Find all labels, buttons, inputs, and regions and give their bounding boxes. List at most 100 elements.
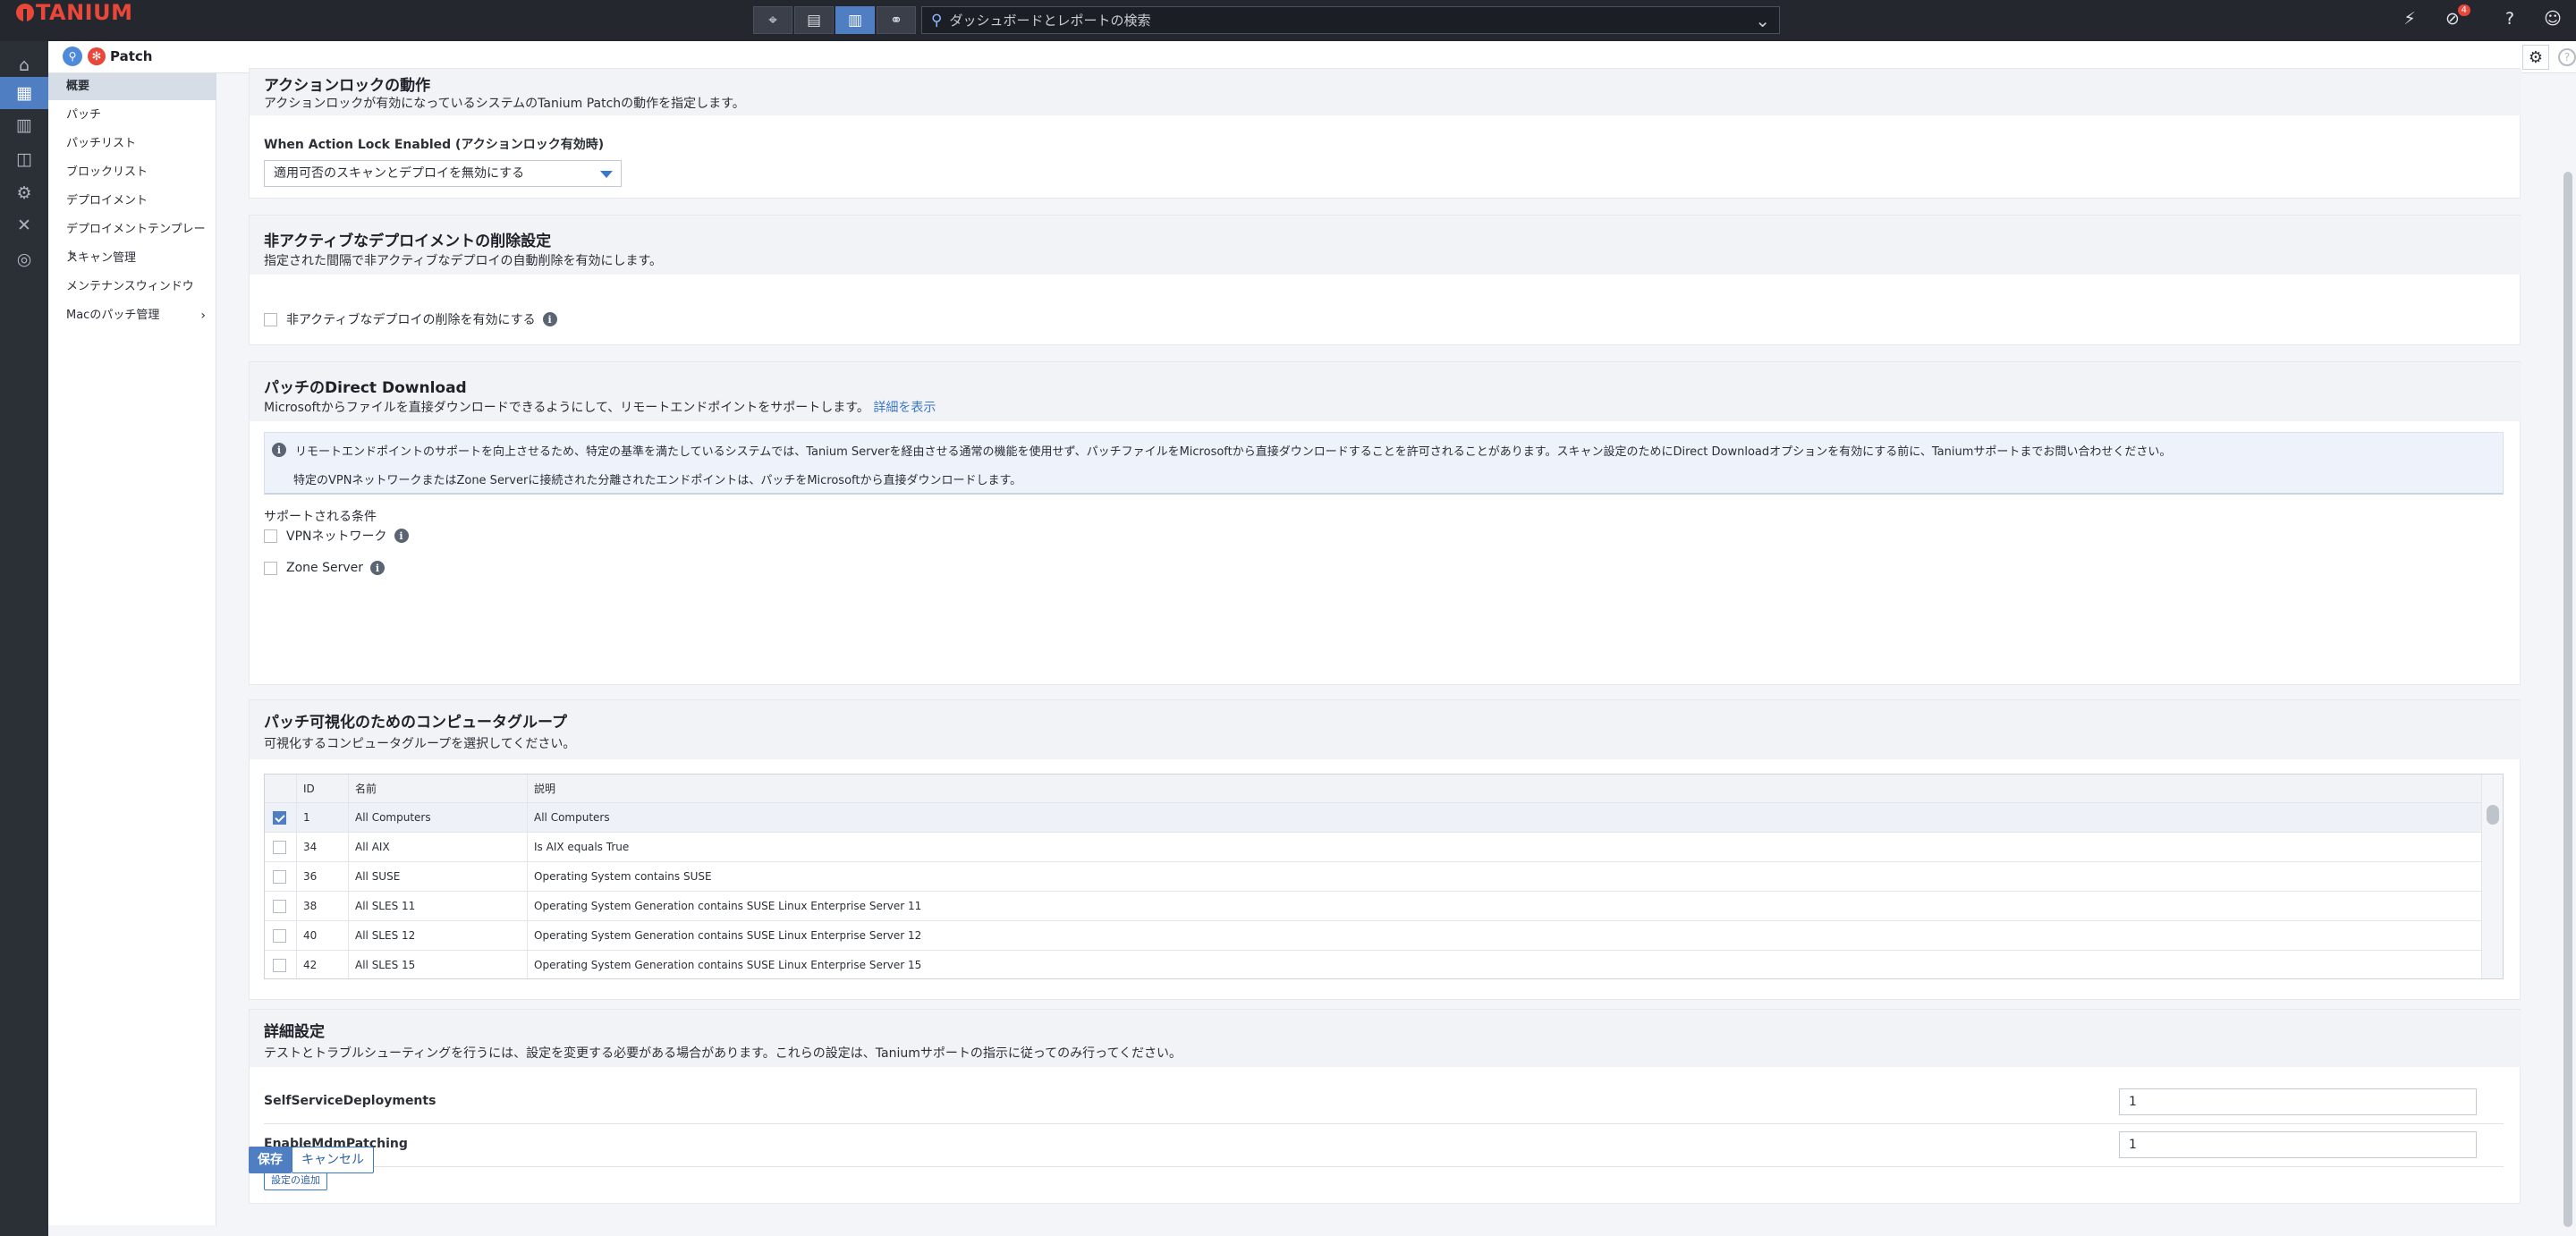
cancel-button[interactable]: キャンセル <box>292 1147 374 1173</box>
details-link[interactable]: 詳細を表示 <box>873 401 936 415</box>
setting-value-input[interactable]: 1 <box>2119 1088 2477 1115</box>
links-nav-button[interactable]: ⚭ <box>877 6 916 34</box>
settings-button[interactable]: ⚙ <box>2522 45 2549 70</box>
table-row[interactable]: 38 All SLES 11 Operating System Generati… <box>265 892 2483 921</box>
reports-nav-button[interactable]: ▥ <box>835 6 875 34</box>
row-checkbox[interactable] <box>273 810 286 825</box>
menu-item-block-lists[interactable]: ブロックリスト <box>48 159 216 186</box>
table-row[interactable]: 36 All SUSE Operating System contains SU… <box>265 862 2483 892</box>
menu-item-label: デプロイメント <box>66 194 148 207</box>
computer-groups-table: ID 名前 説明 1 All Computers All Computers 3… <box>264 774 2504 979</box>
checkbox-label[interactable]: VPNネットワーク <box>286 527 387 545</box>
table-row[interactable]: 1 All Computers All Computers <box>265 803 2483 833</box>
tools-icon[interactable]: ✕ <box>0 209 48 241</box>
user-icon[interactable]: ☺ <box>2542 9 2563 30</box>
notification-badge: 4 <box>2457 4 2470 16</box>
table-row[interactable]: 42 All SLES 15 Operating System Generati… <box>265 951 2483 978</box>
module-title[interactable]: Patch <box>110 48 152 64</box>
menu-item-patch-lists[interactable]: パッチリスト <box>48 131 216 157</box>
menu-item-mac-patch[interactable]: Macのパッチ管理 › <box>48 302 216 329</box>
menu-item-label: スキャン管理 <box>66 251 137 265</box>
link-icon: ⚭ <box>889 11 903 30</box>
search-placeholder: ダッシュボードとレポートの検索 <box>949 13 1151 29</box>
modules-nav-button[interactable]: ▤ <box>794 6 834 34</box>
enable-inactive-delete-row: 非アクティブなデプロイの削除を有効にする i <box>264 310 557 328</box>
cell-description: Operating System Generation contains SUS… <box>534 900 922 912</box>
section-desc: テストとトラブルシューティングを行うには、設定を変更する必要がある場合があります… <box>264 1046 1182 1061</box>
menu-item-label: ブロックリスト <box>66 165 148 179</box>
tanium-logo-mark <box>16 4 34 21</box>
section-header: パッチのDirect Download Microsoftからファイルを直接ダウ… <box>250 362 2521 421</box>
table-row[interactable]: 34 All AIX Is AIX equals True <box>265 833 2483 862</box>
compass-icon[interactable]: ◎ <box>0 243 48 275</box>
tanium-logo-text: TANIUM <box>36 0 133 25</box>
computer-groups-section: パッチ可視化のためのコンピュータグループ 可視化するコンピュータグループを選択し… <box>249 699 2521 1000</box>
enable-inactive-delete-checkbox[interactable] <box>264 312 277 326</box>
search-input[interactable]: ⚲ ダッシュボードとレポートの検索 ⌄ <box>921 6 1780 34</box>
row-checkbox[interactable] <box>273 840 286 854</box>
connections-icon[interactable]: ⚙ <box>0 177 48 209</box>
caret-down-icon <box>600 171 613 178</box>
page-scrollbar[interactable] <box>2560 73 2576 1236</box>
menu-item-deployment-templates[interactable]: デプロイメントテンプレート <box>48 216 216 263</box>
chevron-down-icon[interactable]: ⌄ <box>1755 10 1770 31</box>
setting-key: SelfServiceDeployments <box>264 1094 436 1108</box>
checkbox-label[interactable]: Zone Server <box>286 561 363 575</box>
add-setting-button[interactable]: 設定の追加 <box>264 1171 327 1190</box>
reports-icon[interactable]: ▥ <box>0 109 48 141</box>
main-content: アクションロックの動作 アクションロックが有効になっているシステムのTanium… <box>216 68 2560 1236</box>
layers-icon[interactable]: ◫ <box>0 143 48 175</box>
cell-name: All Computers <box>349 803 528 832</box>
info-icon[interactable]: i <box>370 561 386 575</box>
scrollbar-thumb[interactable] <box>2563 172 2572 1227</box>
section-header: 非アクティブなデプロイメントの削除設定 指定された間隔で非アクティブなデプロイの… <box>250 216 2521 275</box>
notifications-icon[interactable]: ⊘ 4 <box>2442 4 2470 30</box>
pin-icon[interactable]: ⚲ <box>63 47 82 66</box>
table-row[interactable]: 40 All SLES 12 Operating System Generati… <box>265 921 2483 951</box>
zone-server-row: Zone Server i <box>264 561 386 575</box>
module-help-icon[interactable]: ? <box>2558 48 2576 66</box>
lightning-icon[interactable]: ⚡ <box>2399 9 2420 30</box>
menu-item-maintenance-windows[interactable]: メンテナンスウィンドウ <box>48 274 216 301</box>
menu-item-overview[interactable]: 概要 <box>48 73 216 100</box>
cell-description: Operating System contains SUSE <box>534 870 712 883</box>
menu-item-scan-management[interactable]: スキャン管理 <box>48 245 216 272</box>
cell-name: All SUSE <box>349 862 528 891</box>
cell-name: All SLES 15 <box>349 951 528 978</box>
cell-name: All AIX <box>349 833 528 861</box>
action-lock-select[interactable]: 適用可否のスキャンとデプロイを無効にする <box>264 160 622 187</box>
gear-icon: ⚙ <box>2528 47 2544 67</box>
cell-name: All SLES 11 <box>349 892 528 920</box>
column-header-id[interactable]: ID <box>297 775 349 802</box>
row-checkbox[interactable] <box>273 928 286 943</box>
action-lock-section: アクションロックの動作 アクションロックが有効になっているシステムのTanium… <box>249 68 2521 199</box>
modules-grid-icon[interactable]: ▦ <box>0 77 48 109</box>
bar-chart-icon: ▥ <box>847 11 863 30</box>
row-checkbox[interactable] <box>273 869 286 884</box>
column-header-description[interactable]: 説明 <box>528 775 2483 802</box>
zone-server-checkbox[interactable] <box>264 561 277 575</box>
setting-row: SelfServiceDeployments 1 <box>264 1081 2504 1124</box>
crosshair-nav-button[interactable]: ⌖ <box>753 6 792 34</box>
desc-text: Microsoftからファイルを直接ダウンロードできるようにして、リモートエンド… <box>264 401 869 415</box>
menu-item-deployments[interactable]: デプロイメント <box>48 188 216 215</box>
setting-value-input[interactable]: 1 <box>2119 1131 2477 1158</box>
save-button[interactable]: 保存 <box>249 1147 292 1173</box>
left-icon-rail: ⌂ ▦ ▥ ◫ ⚙ ✕ ◎ <box>0 41 48 1236</box>
menu-item-patches[interactable]: パッチ <box>48 102 216 129</box>
column-header-name[interactable]: 名前 <box>349 775 528 802</box>
cell-description: Is AIX equals True <box>534 841 630 853</box>
table-scrollbar[interactable] <box>2481 775 2503 978</box>
checkbox-label[interactable]: 非アクティブなデプロイの削除を有効にする <box>286 310 536 328</box>
scrollbar-thumb[interactable] <box>2487 805 2499 825</box>
advanced-settings-section: 詳細設定 テストとトラブルシューティングを行うには、設定を変更する必要がある場合… <box>249 1009 2521 1204</box>
info-icon[interactable]: i <box>394 529 409 543</box>
menu-item-label: メンテナンスウィンドウ <box>66 280 194 293</box>
help-icon[interactable]: ? <box>2499 9 2521 30</box>
info-icon[interactable]: i <box>542 312 557 326</box>
row-checkbox[interactable] <box>273 958 286 972</box>
tanium-logo[interactable]: TANIUM <box>16 0 133 25</box>
supported-conditions-label: サポートされる条件 <box>264 510 377 524</box>
row-checkbox[interactable] <box>273 899 286 913</box>
vpn-checkbox[interactable] <box>264 529 277 543</box>
